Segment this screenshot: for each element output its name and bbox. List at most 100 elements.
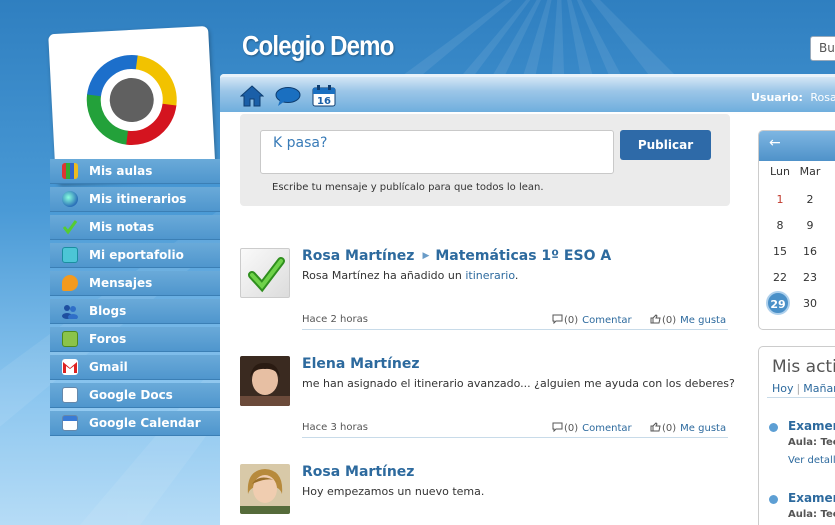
- sidebar-item-gmail[interactable]: Gmail: [50, 355, 220, 380]
- globe-icon: [62, 191, 78, 207]
- calendar-header: ←: [759, 131, 835, 161]
- like-button[interactable]: Me gusta: [680, 315, 726, 326]
- comment-count: (0): [564, 423, 579, 434]
- tab-tomorrow[interactable]: Mañan: [803, 382, 835, 395]
- calendar-widget: ← Lun Mar 1 2 8 9 15 16 22 23 29 30: [758, 130, 835, 330]
- bullet-icon: [769, 495, 778, 504]
- author-link[interactable]: Elena Martínez: [302, 356, 420, 372]
- sidebar-item-label: Mi eportafolio: [89, 248, 184, 262]
- activity-details-link[interactable]: Ver detall: [788, 455, 835, 466]
- author-link[interactable]: Rosa Martínez: [302, 464, 414, 480]
- calendar-day[interactable]: 30: [798, 297, 822, 310]
- site-title[interactable]: Colegio Demo: [242, 30, 394, 62]
- itinerary-link[interactable]: itinerario: [465, 269, 515, 282]
- activity-subtitle: Aula: Tec: [788, 437, 835, 448]
- avatar[interactable]: [240, 356, 290, 406]
- users-icon: [62, 303, 78, 320]
- calendar-day-today[interactable]: 29: [766, 291, 790, 315]
- like-control: (0) Me gusta: [650, 422, 726, 434]
- sidebar-item-google-docs[interactable]: Google Docs: [50, 383, 220, 408]
- sidebar-item-mis-notas[interactable]: Mis notas: [50, 215, 220, 240]
- like-button[interactable]: Me gusta: [680, 423, 726, 434]
- comment-control: (0) Comentar: [552, 314, 632, 326]
- logo-rings-icon: [86, 55, 177, 146]
- user-info: Usuario: Rosa M: [751, 91, 835, 104]
- feed-item-footer: Hace 3 horas (0) Comentar (0) Me gusta: [302, 422, 728, 438]
- comment-control: (0) Comentar: [552, 422, 632, 434]
- calendar-16-icon[interactable]: 16: [312, 85, 336, 111]
- prev-month-button[interactable]: ←: [769, 135, 781, 151]
- checkmark-icon: [62, 219, 78, 235]
- thumbs-up-icon: [650, 314, 661, 324]
- post-composer: K pasa? Publicar Escribe tu mensaje y pu…: [240, 114, 730, 206]
- forum-icon: [62, 331, 78, 347]
- calendar-day[interactable]: 8: [768, 219, 792, 232]
- sidebar-item-label: Mensajes: [89, 276, 153, 290]
- user-name[interactable]: Rosa M: [810, 91, 835, 104]
- chat-bubble-icon[interactable]: [275, 87, 301, 111]
- sidebar-item-label: Blogs: [89, 304, 127, 318]
- feed-text-suffix: .: [514, 269, 519, 282]
- user-photo-icon: [240, 362, 290, 406]
- sidebar-item-mi-eportafolio[interactable]: Mi eportafolio: [50, 243, 220, 268]
- comment-icon: [552, 314, 563, 324]
- home-icon[interactable]: [239, 85, 265, 111]
- calendar-day[interactable]: 23: [798, 271, 822, 284]
- docs-icon: [62, 387, 78, 403]
- sidebar-item-blogs[interactable]: Blogs: [50, 299, 220, 324]
- activities-title: Mis acti: [772, 357, 835, 377]
- comment-button[interactable]: Comentar: [582, 315, 632, 326]
- feed-item-header: Rosa Martínez ▶ Matemáticas 1º ESO A: [302, 248, 611, 264]
- sidebar-item-mis-itinerarios[interactable]: Mis itinerarios: [50, 187, 220, 212]
- tab-today[interactable]: Hoy: [772, 382, 794, 395]
- arrow-right-icon: ▶: [422, 251, 430, 261]
- activities-widget: Mis acti Hoy|Mañan Examen Aula: Tec Ver …: [758, 346, 835, 525]
- sidebar-item-google-calendar[interactable]: Google Calendar: [50, 411, 220, 436]
- thumbs-up-icon: [650, 422, 661, 432]
- sidebar-item-foros[interactable]: Foros: [50, 327, 220, 352]
- divider: [767, 397, 835, 398]
- checkmark-icon: [248, 257, 285, 293]
- feed-item-footer: Hace 2 horas (0) Comentar (0) Me gusta: [302, 314, 728, 330]
- activity-title[interactable]: Examen: [788, 491, 835, 505]
- user-label: Usuario:: [751, 91, 803, 104]
- books-icon: [62, 163, 78, 179]
- like-control: (0) Me gusta: [650, 314, 726, 326]
- comment-button[interactable]: Comentar: [582, 423, 632, 434]
- post-input[interactable]: K pasa?: [260, 130, 614, 174]
- calendar-day[interactable]: 22: [768, 271, 792, 284]
- sidebar-item-label: Google Docs: [89, 388, 173, 402]
- main-panel: 16 Usuario: Rosa M K pasa? Publicar Escr…: [220, 74, 835, 525]
- post-hint: Escribe tu mensaje y publícalo para que …: [272, 182, 544, 193]
- search-input[interactable]: Bus: [810, 36, 835, 61]
- calendar-icon: [62, 415, 78, 431]
- activity-title[interactable]: Examen: [788, 419, 835, 433]
- sidebar-item-mensajes[interactable]: Mensajes: [50, 271, 220, 296]
- feed-item-text: Rosa Martínez ha añadido un itinerario.: [302, 269, 518, 282]
- sidebar-item-mis-aulas[interactable]: Mis aulas: [50, 159, 220, 184]
- calendar-day[interactable]: 16: [798, 245, 822, 258]
- calendar-day[interactable]: 9: [798, 219, 822, 232]
- speech-bubble-icon: [62, 275, 78, 291]
- briefcase-icon: [62, 247, 78, 263]
- day-header: Mar: [799, 165, 821, 178]
- avatar[interactable]: [240, 464, 290, 514]
- activities-tabs: Hoy|Mañan: [772, 382, 835, 395]
- publish-button[interactable]: Publicar: [620, 130, 711, 160]
- feed-item-header: Rosa Martínez: [302, 464, 414, 480]
- calendar-day[interactable]: 2: [798, 193, 822, 206]
- toolbar: 16 Usuario: Rosa M: [220, 74, 835, 112]
- timestamp: Hace 2 horas: [302, 314, 368, 325]
- calendar-day[interactable]: 1: [768, 193, 792, 206]
- calendar-day[interactable]: 15: [768, 245, 792, 258]
- day-header: Lun: [770, 165, 790, 178]
- svg-text:16: 16: [317, 96, 331, 107]
- sidebar-item-label: Google Calendar: [89, 416, 201, 430]
- author-link[interactable]: Rosa Martínez: [302, 248, 414, 264]
- comment-icon: [552, 422, 563, 432]
- feed-item-text: me han asignado el itinerario avanzado..…: [302, 377, 735, 390]
- comment-count: (0): [564, 315, 579, 326]
- target-link[interactable]: Matemáticas 1º ESO A: [435, 248, 611, 264]
- like-count: (0): [662, 315, 677, 326]
- sidebar-item-label: Gmail: [89, 360, 128, 374]
